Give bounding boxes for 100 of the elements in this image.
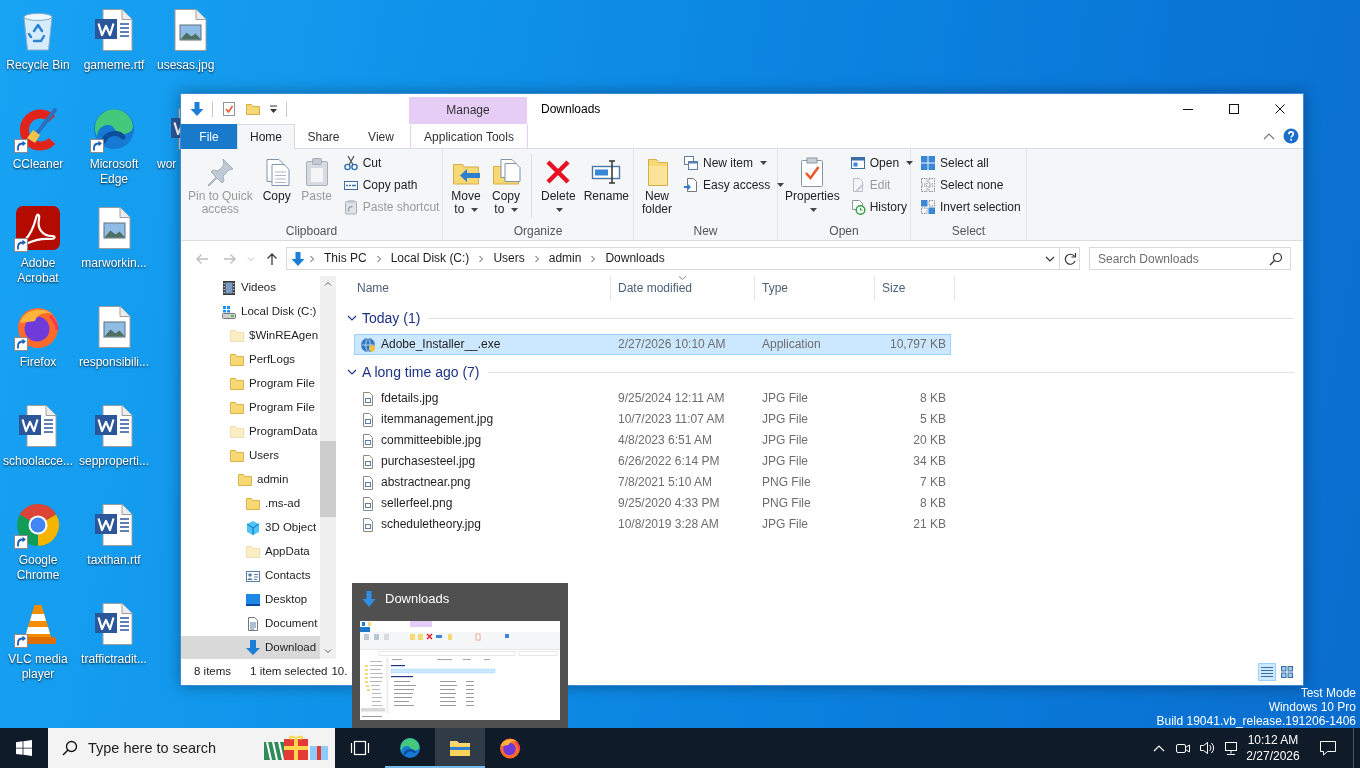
- tree-item[interactable]: Contacts: [181, 564, 320, 588]
- installer-globe-icon: [360, 336, 376, 353]
- acrobat-icon: [14, 204, 62, 252]
- ribbon-button[interactable]: Copy to: [486, 152, 526, 218]
- page-arrow-icon: [683, 177, 699, 193]
- chrome-icon: [14, 501, 62, 549]
- ribbon-button[interactable]: History: [846, 196, 917, 218]
- tree-item[interactable]: admin: [181, 468, 320, 492]
- clipboard-check-icon[interactable]: [221, 101, 237, 117]
- breadcrumb[interactable]: admin: [543, 248, 587, 269]
- ribbon-button[interactable]: Rename: [579, 152, 634, 205]
- file-name: scheduletheory.jpg: [381, 517, 481, 532]
- caret-icon: [760, 161, 767, 165]
- chevron-up-icon: [1153, 744, 1165, 752]
- tiles-icon: [1280, 665, 1294, 679]
- file-row[interactable]: Adobe_Installer__.exe 2/27/2026 10:10 AM Application 10,797 KB: [354, 334, 951, 355]
- file-row[interactable]: sellerfeel.png 9/25/2020 4:33 PM PNG File 8 KB: [354, 493, 951, 514]
- customize-caret-icon[interactable]: [269, 104, 278, 114]
- tree-item[interactable]: Desktop: [181, 588, 320, 612]
- column-header[interactable]: Name: [350, 276, 611, 301]
- close-icon: [1275, 104, 1285, 114]
- clock[interactable]: 10:12 AM 2/27/2026: [1243, 728, 1303, 768]
- refresh-button[interactable]: [1059, 248, 1079, 269]
- help-icon[interactable]: [1283, 128, 1299, 144]
- file-size-text: 5 KB: [919, 412, 947, 427]
- column-header[interactable]: Type: [755, 276, 875, 301]
- ribbon-button[interactable]: New folder: [637, 152, 677, 218]
- caret-icon: [556, 207, 564, 212]
- search-field[interactable]: Search Downloads: [1089, 247, 1291, 270]
- file-type-text: PNG File: [761, 475, 812, 490]
- window-preview-drawing[interactable]: [360, 621, 560, 720]
- ribbon-button[interactable]: Copy: [256, 152, 297, 205]
- ribbon-tab[interactable]: Share: [295, 124, 352, 149]
- window-stack-icon: [683, 155, 699, 171]
- scrollbar[interactable]: [320, 276, 336, 659]
- tree-item[interactable]: Download: [181, 636, 320, 659]
- ribbon-button[interactable]: Invert selection: [917, 196, 1024, 218]
- column-header[interactable]: Date modified: [611, 276, 755, 301]
- tree-item[interactable]: 3D Object: [181, 516, 320, 540]
- firefox-icon: [498, 736, 522, 760]
- date-modified-text: 7/8/2021 5:10 AM: [617, 475, 714, 490]
- scroll-down-icon: [324, 649, 332, 654]
- chevron-right-icon: [533, 254, 540, 263]
- ribbon-tab[interactable]: View: [352, 124, 410, 149]
- ribbon-button[interactable]: Open: [846, 152, 917, 174]
- download-arrow-icon[interactable]: [190, 101, 204, 117]
- breadcrumb[interactable]: Users: [488, 248, 530, 269]
- ribbon-button[interactable]: Select none: [917, 174, 1024, 196]
- tree-item[interactable]: $WinREAgen: [181, 324, 320, 348]
- tree-item[interactable]: Videos: [181, 276, 320, 300]
- image-file-icon: [360, 432, 376, 449]
- group-header[interactable]: A long time ago (7): [340, 363, 480, 381]
- speaker-icon: [1199, 740, 1215, 756]
- tree-item[interactable]: Local Disk (C:): [181, 300, 320, 324]
- ribbon-group-label: Clipboard: [284, 223, 339, 240]
- breadcrumb[interactable]: This PC: [319, 248, 372, 269]
- file-name: fdetails.jpg: [381, 391, 439, 406]
- file-row[interactable]: committeebible.jpg 4/8/2023 6:51 AM JPG File 20 KB: [354, 430, 951, 451]
- tree-item[interactable]: Program File: [181, 396, 320, 420]
- scissors-icon: [342, 155, 359, 171]
- maximize-icon: [1229, 104, 1239, 114]
- tree-item[interactable]: PerfLogs: [181, 348, 320, 372]
- file-row[interactable]: purchasesteel.jpg 6/26/2022 6:14 PM JPG File 34 KB: [354, 451, 951, 472]
- download-arrow-icon: [291, 250, 305, 267]
- file-type-text: PNG File: [761, 496, 812, 511]
- date-modified-text: 10/8/2019 3:28 AM: [617, 517, 720, 532]
- tree-item[interactable]: Document: [181, 612, 320, 636]
- ribbon-tab[interactable]: File: [181, 124, 237, 149]
- ribbon-button[interactable]: Select all: [917, 152, 1024, 174]
- search-icon: [1269, 252, 1283, 266]
- ribbon-button[interactable]: Move to: [446, 152, 486, 218]
- large-icons-view-button[interactable]: [1278, 663, 1296, 681]
- file-type-text: JPG File: [761, 454, 809, 469]
- file-size-text: 8 KB: [919, 496, 947, 511]
- ribbon-button[interactable]: Cut: [339, 152, 443, 174]
- details-view-button[interactable]: [1258, 663, 1276, 681]
- tree-item[interactable]: Users: [181, 444, 320, 468]
- tree-item[interactable]: AppData: [181, 540, 320, 564]
- address-bar[interactable]: This PC Local Disk (C:) Users admin Downloads: [286, 247, 1080, 270]
- tree-item[interactable]: Program File: [181, 372, 320, 396]
- file-row[interactable]: abstractnear.png 7/8/2021 5:10 AM PNG File 7 KB: [354, 472, 951, 493]
- taskbar-app-button[interactable]: [435, 728, 485, 768]
- tree-item[interactable]: ProgramData: [181, 420, 320, 444]
- breadcrumb[interactable]: Local Disk (C:): [385, 248, 475, 269]
- chevron-right-icon: [478, 254, 485, 263]
- file-row[interactable]: itemmanagement.jpg 10/7/2023 11:07 AM JPG File 5 KB: [354, 409, 951, 430]
- taskbar-search-field[interactable]: Type here to search: [48, 728, 335, 768]
- chevron-up-icon[interactable]: [1263, 132, 1275, 140]
- windows-logo-icon: [16, 740, 32, 756]
- group-header[interactable]: Today (1): [340, 309, 421, 327]
- breadcrumb[interactable]: Downloads: [600, 248, 670, 269]
- ribbon-tab[interactable]: Home: [237, 124, 295, 149]
- column-header[interactable]: Size: [875, 276, 955, 301]
- file-type-text: JPG File: [761, 433, 809, 448]
- scroll-thumb[interactable]: [320, 441, 336, 517]
- ribbon-button[interactable]: Copy path: [339, 174, 443, 196]
- file-row[interactable]: scheduletheory.jpg 10/8/2019 3:28 AM JPG File 21 KB: [354, 514, 951, 535]
- tree-item[interactable]: .ms-ad: [181, 492, 320, 516]
- file-row[interactable]: fdetails.jpg 9/25/2024 12:11 AM JPG File 8 KB: [354, 388, 951, 409]
- ribbon-button[interactable]: Delete: [537, 152, 580, 218]
